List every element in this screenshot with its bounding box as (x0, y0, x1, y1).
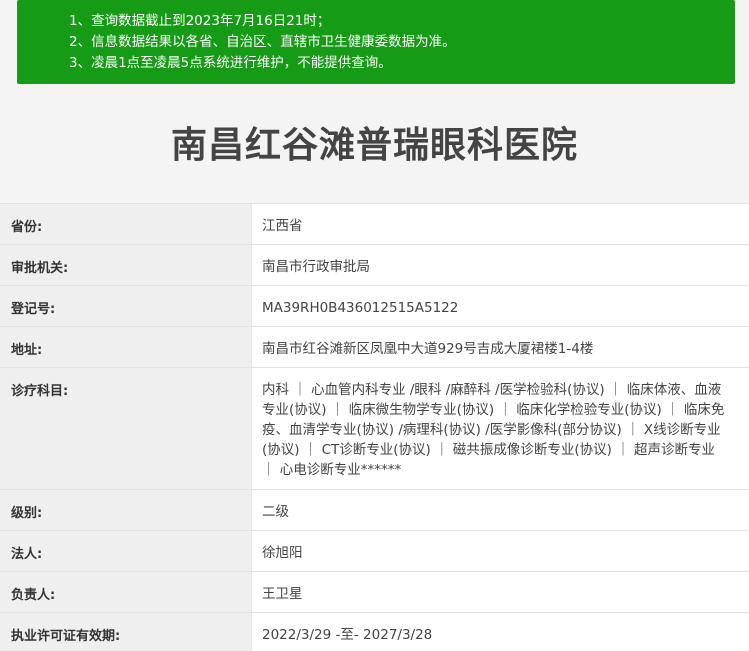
label-address: 地址: (0, 327, 251, 367)
value-province: 江西省 (251, 204, 749, 244)
row-subjects: 诊疗科目: 内科 ｜ 心血管内科专业 /眼科 /麻醉科 /医学检验科(协议) ｜… (0, 368, 749, 490)
row-registration: 登记号: MA39RH0B436012515A5122 (0, 286, 749, 327)
label-authority: 审批机关: (0, 245, 251, 285)
row-address: 地址: 南昌市红谷滩新区凤凰中大道929号吉成大厦裙楼1-4楼 (0, 327, 749, 368)
page-title: 南昌红谷滩普瑞眼科医院 (170, 125, 578, 166)
label-subjects: 诊疗科目: (0, 368, 251, 489)
row-legal-person: 法人: 徐旭阳 (0, 531, 749, 572)
label-registration: 登记号: (0, 286, 251, 326)
notice-line-3: 3、凌晨1点至凌晨5点系统进行维护，不能提供查询。 (69, 55, 392, 71)
notice-banner: 1、查询数据截止到2023年7月16日21时； 2、信息数据结果以各省、自治区、… (17, 0, 735, 84)
row-validity: 执业许可证有效期: 2022/3/29 -至- 2027/3/28 (0, 613, 749, 651)
value-subjects: 内科 ｜ 心血管内科专业 /眼科 /麻醉科 /医学检验科(协议) ｜ 临床体液、… (251, 368, 749, 489)
value-responsible: 王卫星 (251, 572, 749, 612)
label-province: 省份: (0, 204, 251, 244)
notice-line-2: 2、信息数据结果以各省、自治区、直辖市卫生健康委数据为准。 (69, 34, 456, 50)
value-validity: 2022/3/29 -至- 2027/3/28 (251, 613, 749, 651)
row-responsible: 负责人: 王卫星 (0, 572, 749, 613)
value-legal-person: 徐旭阳 (251, 531, 749, 571)
label-level: 级别: (0, 490, 251, 530)
label-validity: 执业许可证有效期: (0, 613, 251, 651)
details-table: 省份: 江西省 审批机关: 南昌市行政审批局 登记号: MA39RH0B4360… (0, 203, 749, 651)
row-level: 级别: 二级 (0, 490, 749, 531)
value-level: 二级 (251, 490, 749, 530)
label-responsible: 负责人: (0, 572, 251, 612)
notice-line-1: 1、查询数据截止到2023年7月16日21时； (69, 13, 331, 29)
value-authority: 南昌市行政审批局 (251, 245, 749, 285)
row-province: 省份: 江西省 (0, 204, 749, 245)
row-authority: 审批机关: 南昌市行政审批局 (0, 245, 749, 286)
label-legal-person: 法人: (0, 531, 251, 571)
value-address: 南昌市红谷滩新区凤凰中大道929号吉成大厦裙楼1-4楼 (251, 327, 749, 367)
value-registration: MA39RH0B436012515A5122 (251, 286, 749, 326)
